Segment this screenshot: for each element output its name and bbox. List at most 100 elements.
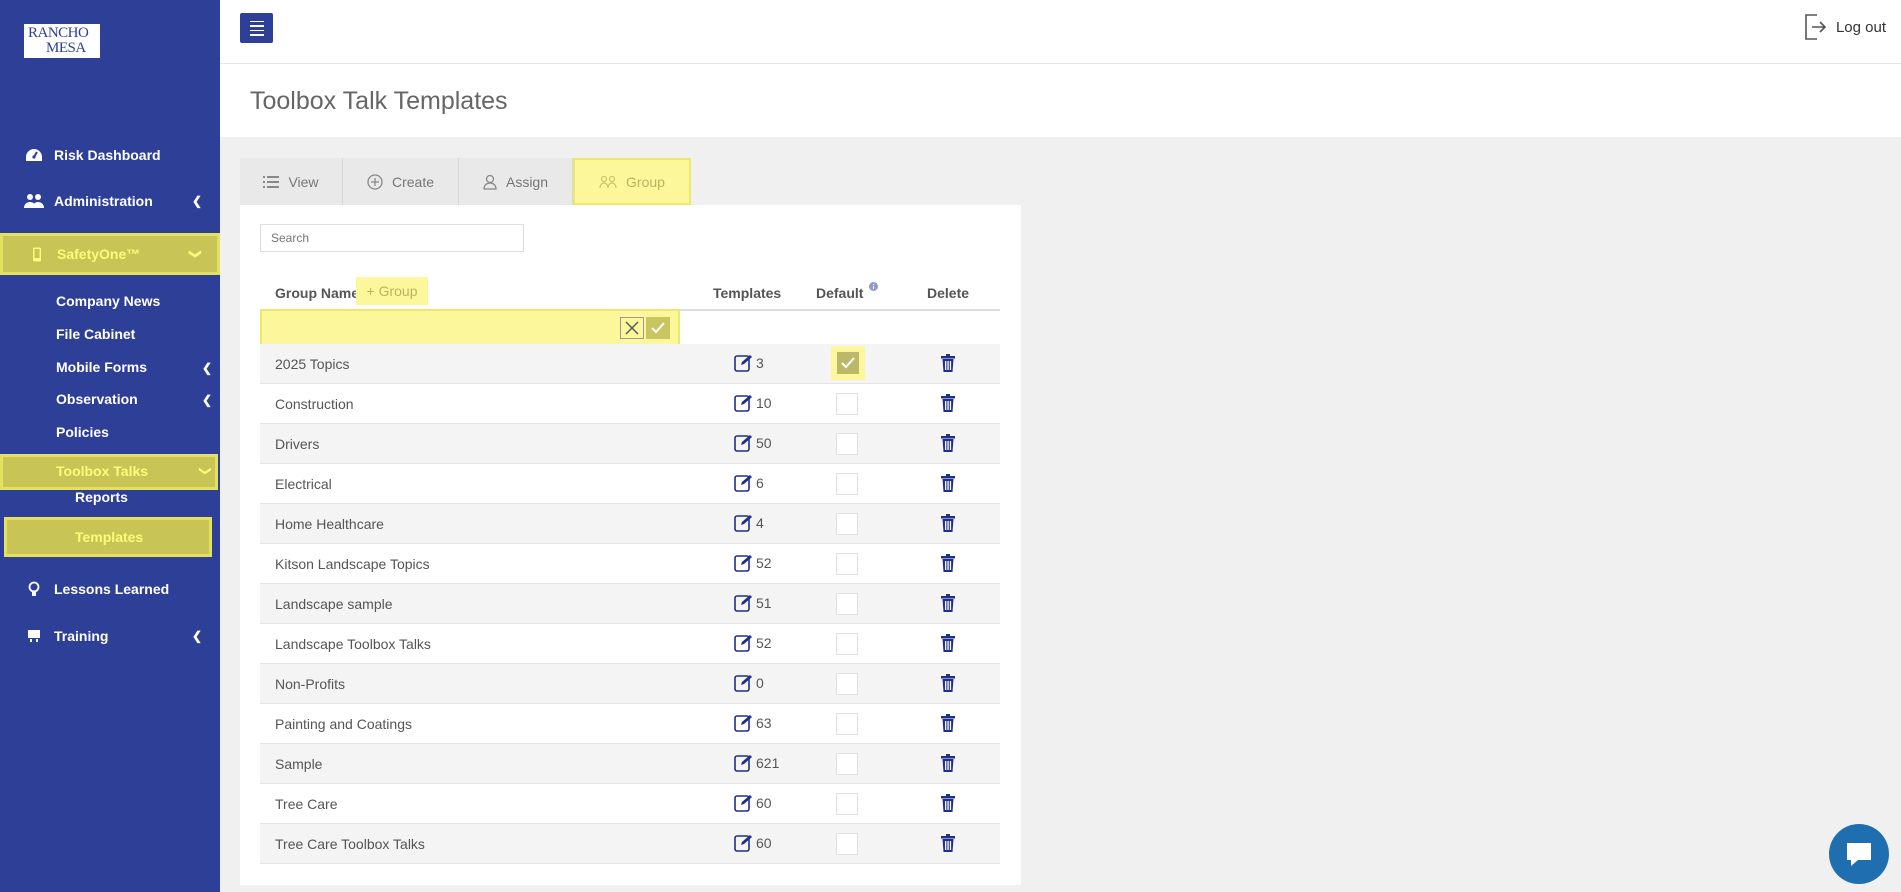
edit-templates-link[interactable]: 50 bbox=[734, 434, 772, 452]
edit-templates-link[interactable]: 0 bbox=[734, 674, 764, 692]
default-checkbox[interactable] bbox=[836, 433, 858, 455]
menu-toggle-button[interactable] bbox=[240, 13, 273, 43]
sidebar-item-administration[interactable]: Administration ❮ bbox=[0, 184, 220, 218]
tab-label: Create bbox=[391, 173, 435, 190]
delete-button[interactable] bbox=[941, 394, 955, 415]
table-row: Kitson Landscape Topics 52 bbox=[260, 544, 1000, 584]
info-icon[interactable] bbox=[869, 282, 879, 291]
delete-button[interactable] bbox=[941, 674, 955, 695]
edit-icon[interactable] bbox=[734, 714, 752, 732]
trash-icon[interactable] bbox=[941, 474, 955, 492]
trash-icon[interactable] bbox=[941, 554, 955, 572]
default-checkbox[interactable] bbox=[836, 753, 858, 775]
trash-icon[interactable] bbox=[941, 714, 955, 732]
default-checkbox[interactable] bbox=[836, 513, 858, 535]
sidebar-item-lessons-learned[interactable]: Lessons Learned bbox=[0, 572, 220, 606]
edit-icon[interactable] bbox=[734, 634, 752, 652]
default-checkbox[interactable] bbox=[836, 833, 858, 855]
sidebar-item-risk-dashboard[interactable]: Risk Dashboard bbox=[0, 138, 220, 172]
trash-icon[interactable] bbox=[941, 634, 955, 652]
sidebar-item-training[interactable]: Training ❮ bbox=[0, 619, 220, 653]
sidebar-item-mobile-forms[interactable]: Mobile Forms ❮ bbox=[56, 359, 212, 375]
edit-templates-link[interactable]: 51 bbox=[734, 594, 772, 612]
logout-button[interactable]: Log out bbox=[1804, 14, 1886, 40]
edit-icon[interactable] bbox=[734, 354, 752, 372]
template-count: 10 bbox=[756, 395, 772, 411]
edit-templates-link[interactable]: 60 bbox=[734, 834, 772, 852]
sidebar-item-observation[interactable]: Observation ❮ bbox=[56, 391, 212, 407]
edit-templates-link[interactable]: 6 bbox=[734, 474, 764, 492]
default-checkbox[interactable] bbox=[836, 553, 858, 575]
search-input[interactable] bbox=[260, 224, 524, 252]
trash-icon[interactable] bbox=[941, 354, 955, 372]
sidebar-item-file-cabinet[interactable]: File Cabinet bbox=[56, 326, 135, 342]
delete-button[interactable] bbox=[941, 594, 955, 615]
edit-icon[interactable] bbox=[734, 474, 752, 492]
edit-templates-link[interactable]: 10 bbox=[734, 394, 772, 412]
delete-button[interactable] bbox=[941, 514, 955, 535]
trash-icon[interactable] bbox=[941, 394, 955, 412]
delete-button[interactable] bbox=[941, 434, 955, 455]
tab-assign[interactable]: Assign bbox=[459, 158, 573, 205]
edit-icon[interactable] bbox=[734, 514, 752, 532]
delete-button[interactable] bbox=[941, 714, 955, 735]
default-checkbox[interactable] bbox=[836, 713, 858, 735]
logo-text-line1: RANCHO bbox=[28, 25, 89, 41]
sidebar-item-label: Training bbox=[54, 628, 109, 644]
edit-icon[interactable] bbox=[734, 674, 752, 692]
tab-create[interactable]: Create bbox=[343, 158, 459, 205]
edit-templates-link[interactable]: 3 bbox=[734, 354, 764, 372]
edit-icon[interactable] bbox=[734, 554, 752, 572]
edit-icon[interactable] bbox=[734, 434, 752, 452]
delete-button[interactable] bbox=[941, 474, 955, 495]
default-checkbox[interactable] bbox=[836, 593, 858, 615]
logout-icon bbox=[1805, 14, 1826, 40]
trash-icon[interactable] bbox=[941, 434, 955, 452]
company-logo[interactable]: RANCHO MESA bbox=[24, 24, 100, 58]
sidebar-item-safetyone[interactable]: SafetyOne™ ❮ bbox=[0, 233, 220, 275]
edit-icon[interactable] bbox=[734, 594, 752, 612]
default-checkbox[interactable] bbox=[836, 793, 858, 815]
trash-icon[interactable] bbox=[941, 754, 955, 772]
delete-button[interactable] bbox=[941, 794, 955, 815]
sidebar-item-templates[interactable]: Templates bbox=[4, 517, 212, 557]
sidebar-item-policies[interactable]: Policies bbox=[56, 424, 109, 440]
delete-button[interactable] bbox=[941, 754, 955, 775]
trash-icon[interactable] bbox=[941, 834, 955, 852]
edit-templates-link[interactable]: 52 bbox=[734, 554, 772, 572]
default-checkbox[interactable] bbox=[836, 473, 858, 495]
new-group-row[interactable] bbox=[260, 309, 680, 346]
default-checkbox[interactable] bbox=[831, 346, 865, 380]
trash-icon[interactable] bbox=[941, 514, 955, 532]
delete-button[interactable] bbox=[941, 834, 955, 855]
sidebar-item-toolbox-talks[interactable]: Toolbox Talks ❮ bbox=[0, 454, 218, 490]
delete-button[interactable] bbox=[941, 354, 955, 375]
edit-icon[interactable] bbox=[734, 834, 752, 852]
edit-icon[interactable] bbox=[734, 394, 752, 412]
tab-group[interactable]: Group bbox=[573, 158, 691, 205]
default-checkbox[interactable] bbox=[836, 633, 858, 655]
sidebar-item-company-news[interactable]: Company News bbox=[56, 293, 160, 309]
edit-icon[interactable] bbox=[734, 794, 752, 812]
chat-widget-button[interactable] bbox=[1829, 824, 1889, 884]
add-group-button[interactable]: + Group bbox=[356, 277, 428, 305]
table-row: 2025 Topics 3 bbox=[260, 344, 1000, 384]
trash-icon[interactable] bbox=[941, 674, 955, 692]
default-checkbox[interactable] bbox=[836, 393, 858, 415]
delete-button[interactable] bbox=[941, 554, 955, 575]
edit-templates-link[interactable]: 60 bbox=[734, 794, 772, 812]
cancel-new-group-button[interactable] bbox=[620, 317, 644, 339]
save-new-group-button[interactable] bbox=[646, 317, 670, 339]
edit-templates-link[interactable]: 4 bbox=[734, 514, 764, 532]
sidebar-item-reports[interactable]: Reports bbox=[75, 489, 128, 505]
trash-icon[interactable] bbox=[941, 794, 955, 812]
delete-button[interactable] bbox=[941, 634, 955, 655]
edit-templates-link[interactable]: 621 bbox=[734, 754, 779, 772]
edit-templates-link[interactable]: 63 bbox=[734, 714, 772, 732]
tab-view[interactable]: View bbox=[240, 158, 343, 205]
edit-icon[interactable] bbox=[734, 754, 752, 772]
trash-icon[interactable] bbox=[941, 594, 955, 612]
sidebar-item-label: Toolbox Talks bbox=[56, 463, 149, 479]
default-checkbox[interactable] bbox=[836, 673, 858, 695]
edit-templates-link[interactable]: 52 bbox=[734, 634, 772, 652]
